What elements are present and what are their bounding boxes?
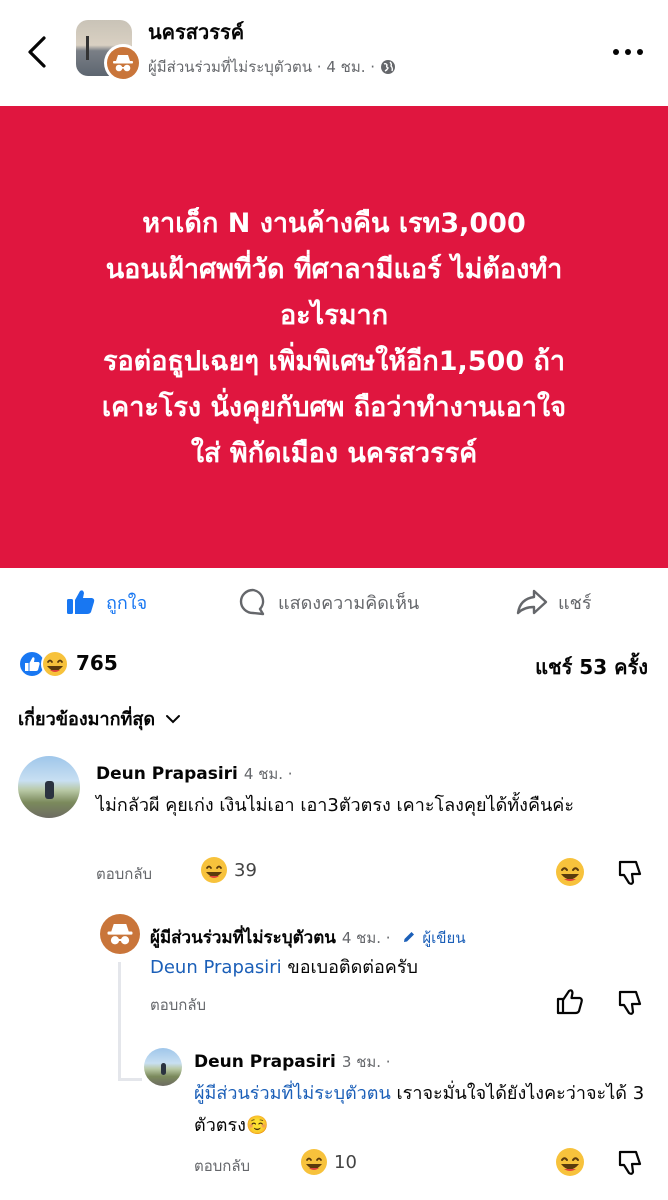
comment-reaction[interactable]: 10: [300, 1148, 357, 1176]
thumbs-up-icon: [67, 590, 95, 614]
post-action-bar: ถูกใจ แสดงความคิดเห็น แชร์: [0, 570, 668, 634]
commenter-avatar[interactable]: [144, 1048, 182, 1086]
laugh-react-icon[interactable]: [554, 856, 586, 888]
like-label: ถูกใจ: [106, 592, 148, 614]
dislike-icon[interactable]: [614, 1146, 646, 1178]
comment-time: 4 ชม. ·: [243, 765, 293, 783]
meta-separator: ·: [316, 58, 322, 76]
comment-text: ผู้มีส่วนร่วมที่ไม่ระบุตัวตน เราจะมั่นใจ…: [194, 1083, 645, 1136]
laugh-emoji-icon: [301, 1149, 327, 1175]
comment-label: แสดงความคิดเห็น: [278, 592, 420, 614]
comment-author[interactable]: Deun Prapasiri 3 ชม. ·: [194, 1050, 391, 1074]
post-stats: 765 แชร์ 53 ครั้ง: [0, 646, 668, 682]
comment-author[interactable]: ผู้มีส่วนร่วมที่ไม่ระบุตัวตน 4 ชม. · ผู้เ…: [150, 924, 466, 951]
thread-line: [118, 962, 121, 1080]
more-options-icon[interactable]: [610, 42, 646, 62]
reply-button[interactable]: ตอบกลับ: [150, 993, 206, 1017]
comment-text: Deun Prapasiri ขอเบอติดต่อครับ: [150, 957, 418, 978]
pencil-icon: [404, 932, 415, 942]
meta-separator: ·: [370, 58, 376, 76]
anonymous-icon: [107, 924, 133, 945]
comment-text: ไม่กลัวผี คุยเก่ง เงินไม่เอา เอา3ตัวตรง …: [96, 795, 575, 816]
sort-label: เกี่ยวข้องมากที่สุด: [18, 709, 156, 730]
comment-reaction[interactable]: 39: [200, 856, 257, 884]
mention-link[interactable]: ผู้มีส่วนร่วมที่ไม่ระบุตัวตน: [194, 1083, 391, 1104]
post-banner: หาเด็ก N งานค้างคืน เรท3,000 นอนเฝ้าศพที…: [0, 106, 668, 568]
comment-author[interactable]: Deun Prapasiri 4 ชม. ·: [96, 762, 293, 786]
chevron-down-icon: [166, 714, 181, 723]
post-author[interactable]: ผู้มีส่วนร่วมที่ไม่ระบุตัวตน: [148, 58, 312, 76]
reaction-icons[interactable]: [18, 650, 70, 678]
thread-line: [118, 1078, 142, 1081]
group-name[interactable]: นครสวรรค์: [148, 16, 244, 48]
anonymous-badge-icon: [104, 44, 142, 82]
laugh-react-icon[interactable]: [554, 1146, 586, 1178]
comment-sort-dropdown[interactable]: เกี่ยวข้องมากที่สุด: [18, 704, 181, 733]
commenter-avatar[interactable]: [18, 756, 80, 818]
share-button[interactable]: แชร์: [516, 584, 592, 620]
reaction-count[interactable]: 765: [76, 651, 118, 675]
share-label: แชร์: [558, 592, 592, 614]
reply-button[interactable]: ตอบกลับ: [194, 1154, 250, 1178]
like-button[interactable]: ถูกใจ: [66, 584, 147, 620]
post-text: หาเด็ก N งานค้างคืน เรท3,000 นอนเฝ้าศพที…: [101, 208, 567, 469]
dislike-icon[interactable]: [614, 856, 646, 888]
comment-button[interactable]: แสดงความคิดเห็น: [238, 584, 419, 620]
dislike-icon[interactable]: [614, 986, 646, 1018]
thumbs-up-outline-icon[interactable]: [554, 986, 586, 1018]
reply-button[interactable]: ตอบกลับ: [96, 862, 152, 886]
comment-reaction-count: 10: [334, 1151, 357, 1173]
globe-icon: [380, 60, 395, 74]
mention-link[interactable]: Deun Prapasiri: [150, 957, 282, 978]
post-meta: ผู้มีส่วนร่วมที่ไม่ระบุตัวตน · 4 ชม. ·: [148, 55, 396, 79]
comment-time: 4 ชม. ·: [341, 929, 391, 947]
laugh-emoji-icon: [201, 857, 227, 883]
comment-bubble-icon: [239, 588, 265, 616]
comment-reaction-count: 39: [234, 859, 257, 881]
back-arrow-icon[interactable]: [24, 34, 52, 70]
share-count[interactable]: แชร์ 53 ครั้ง: [535, 651, 648, 683]
share-arrow-icon: [516, 589, 548, 615]
post-time: 4 ชม.: [326, 58, 366, 76]
comment-time: 3 ชม. ·: [341, 1053, 391, 1071]
post-header: นครสวรรค์ ผู้มีส่วนร่วมที่ไม่ระบุตัวตน ·…: [0, 0, 668, 106]
anonymous-avatar[interactable]: [100, 914, 140, 954]
author-tag: ผู้เขียน: [422, 929, 466, 947]
